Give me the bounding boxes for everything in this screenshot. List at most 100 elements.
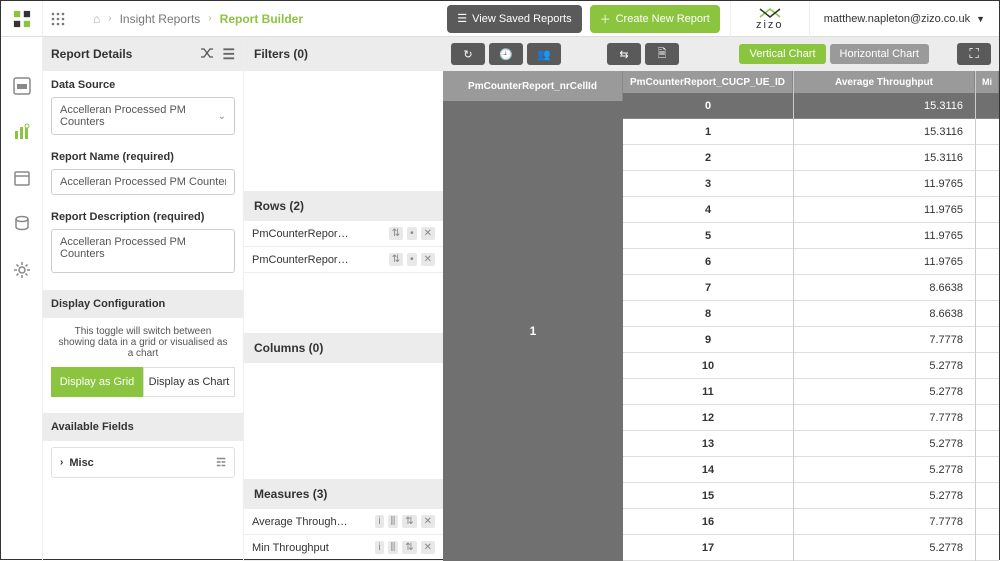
share-button[interactable]: ⇆	[607, 43, 641, 65]
display-as-chart-button[interactable]: Display as Chart	[143, 367, 235, 397]
grid-value-cell: 8.6638	[794, 301, 975, 327]
grid-value-cell: 5.2778	[794, 457, 975, 483]
horizontal-chart-button[interactable]: Horizontal Chart	[830, 44, 929, 64]
grid-value-cell	[976, 223, 999, 249]
row-field-item[interactable]: PmCounterRepor…⇅•✕	[244, 247, 443, 273]
chart-icon[interactable]: ⫼	[388, 541, 399, 554]
available-field-misc[interactable]: ›Misc ☶	[51, 447, 235, 478]
info-icon[interactable]: i	[375, 541, 383, 554]
grid-header: Mi	[976, 71, 999, 93]
sort-icon[interactable]: ⇅	[389, 227, 403, 240]
home-icon[interactable]: ⌂	[93, 12, 100, 26]
nav-reports-icon[interactable]	[13, 123, 31, 141]
dot-icon[interactable]: •	[407, 253, 417, 266]
chevron-down-icon: ▼	[976, 14, 985, 24]
dot-icon[interactable]: •	[407, 227, 417, 240]
grid-value-cell: 11.9765	[794, 171, 975, 197]
display-toggle: Display as Grid Display as Chart	[51, 367, 235, 397]
nav-database-icon[interactable]	[13, 215, 31, 233]
grid-value-cell: 15.3116	[794, 145, 975, 171]
data-source-select[interactable]: Accelleran Processed PM Counters⌄	[51, 97, 235, 135]
grid-value-cell: 7.7778	[794, 509, 975, 535]
left-nav	[1, 37, 43, 561]
grid-value-cell	[976, 483, 999, 509]
brand-logo: zizo	[730, 1, 810, 37]
close-icon[interactable]: ✕	[421, 515, 435, 528]
grid-id-cell: 8	[623, 301, 793, 327]
report-desc-input[interactable]	[51, 229, 235, 273]
rows-header: Rows (2)	[244, 191, 443, 221]
plus-icon: ＋	[600, 11, 611, 27]
display-help-text: This toggle will switch between showing …	[43, 318, 243, 367]
grid-value-cell	[976, 327, 999, 353]
grid-value-cell: 15.3116	[794, 93, 975, 119]
fullscreen-button[interactable]: ⛶	[957, 43, 991, 65]
shuffle-icon[interactable]	[200, 46, 214, 63]
report-name-input[interactable]	[51, 169, 235, 195]
grid-value-cell	[976, 535, 999, 561]
grid-id-cell: 7	[623, 275, 793, 301]
chart-icon[interactable]: ⫼	[388, 515, 399, 528]
report-desc-label: Report Description (required)	[43, 203, 243, 225]
users-button[interactable]: 👥	[527, 43, 561, 65]
export-button[interactable]: 🗎	[645, 43, 679, 65]
measure-item[interactable]: Min Throughputi⫼⇅✕	[244, 535, 443, 561]
chevron-down-icon: ⌄	[218, 111, 226, 122]
grid-value-cell: 11.9765	[794, 197, 975, 223]
row-field-item[interactable]: PmCounterRepor…⇅•✕	[244, 221, 443, 247]
grid-id-cell: 2	[623, 145, 793, 171]
nav-calendar-icon[interactable]	[13, 169, 31, 187]
apps-grid-icon[interactable]	[43, 1, 73, 37]
nav-settings-icon[interactable]	[13, 261, 31, 279]
view-saved-reports-button[interactable]: ☰View Saved Reports	[447, 5, 581, 33]
grid-value-cell: 5.2778	[794, 483, 975, 509]
user-menu[interactable]: matthew.napleton@zizo.co.uk ▼	[810, 13, 999, 25]
close-icon[interactable]: ✕	[421, 253, 435, 266]
grid-value-cell	[976, 457, 999, 483]
content-toolbar: ↻ 🕘 👥 ⇆ 🗎 Vertical Chart Horizontal Char…	[443, 37, 999, 71]
history-button[interactable]: 🕘	[489, 43, 523, 65]
grid-group-cell: 1	[443, 101, 623, 561]
grid-id-cell: 15	[623, 483, 793, 509]
breadcrumb-current: Report Builder	[220, 12, 303, 26]
grid-header: Average Throughput	[794, 71, 975, 93]
grid-value-cell	[976, 171, 999, 197]
grid-id-cell: 10	[623, 353, 793, 379]
breadcrumb-link[interactable]: Insight Reports	[120, 12, 201, 26]
app-logo[interactable]	[1, 1, 43, 37]
display-as-grid-button[interactable]: Display as Grid	[51, 367, 143, 397]
grid-value-cell	[976, 249, 999, 275]
grid-value-cell	[976, 379, 999, 405]
sort-icon[interactable]: ⇅	[402, 541, 416, 554]
refresh-button[interactable]: ↻	[451, 43, 485, 65]
create-new-report-button[interactable]: ＋Create New Report	[590, 5, 720, 33]
vertical-chart-button[interactable]: Vertical Chart	[739, 44, 825, 64]
grid-id-cell: 3	[623, 171, 793, 197]
grid-id-cell: 4	[623, 197, 793, 223]
close-icon[interactable]: ✕	[421, 227, 435, 240]
grid-value-cell	[976, 353, 999, 379]
nav-dashboard-icon[interactable]	[13, 77, 31, 95]
grid-value-cell: 5.2778	[794, 379, 975, 405]
grid-id-cell: 5	[623, 223, 793, 249]
grid-value-cell: 7.7778	[794, 327, 975, 353]
grid-value-cell	[976, 119, 999, 145]
sort-icon[interactable]: ⇅	[389, 253, 403, 266]
info-icon[interactable]: i	[375, 515, 383, 528]
grid-header: PmCounterReport_nrCellId	[443, 71, 623, 101]
chevron-right-icon: ›	[60, 457, 63, 468]
filters-header: Filters (0)	[244, 37, 443, 71]
measure-item[interactable]: Average Through…i⫼⇅✕	[244, 509, 443, 535]
grid-value-cell: 5.2778	[794, 353, 975, 379]
data-grid: PmCounterReport_nrCellId 1 PmCounterRepo…	[443, 71, 999, 561]
grid-id-cell: 14	[623, 457, 793, 483]
grid-id-cell: 16	[623, 509, 793, 535]
grid-value-cell: 5.2778	[794, 535, 975, 561]
close-icon[interactable]: ✕	[421, 541, 435, 554]
sort-icon[interactable]: ⇅	[402, 515, 416, 528]
grid-value-cell	[976, 509, 999, 535]
list-icon[interactable]: ☰	[222, 46, 235, 63]
grid-id-cell: 0	[623, 93, 793, 119]
stack-icon: ☰	[457, 12, 467, 25]
grid-value-cell: 11.9765	[794, 223, 975, 249]
